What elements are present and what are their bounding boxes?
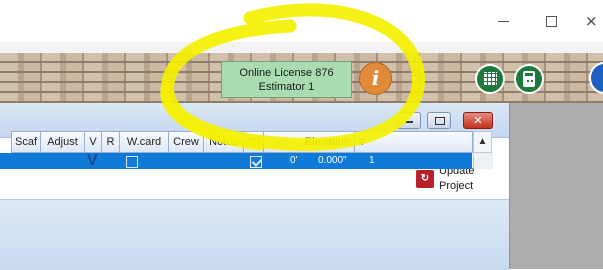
row-v-mark: V xyxy=(87,152,98,169)
scroll-up-button[interactable]: ▲ xyxy=(473,131,492,153)
project-window: ↻ Update Project xyxy=(0,103,510,270)
app-title-bar: × xyxy=(0,0,603,42)
window-minimize-button[interactable] xyxy=(489,10,519,32)
scrollbar-track[interactable] xyxy=(473,153,493,169)
column-header-crew[interactable]: Crew xyxy=(169,131,204,153)
table-row[interactable] xyxy=(0,153,472,169)
window-close-button[interactable]: × xyxy=(585,10,603,32)
update-project-icon: ↻ xyxy=(416,170,434,188)
column-header-scaf[interactable]: Scaf xyxy=(11,131,41,153)
column-header-v[interactable]: V xyxy=(85,131,102,153)
online-license-button[interactable]: Online License 876 Estimator 1 xyxy=(221,61,352,98)
project-maximize-button[interactable] xyxy=(427,112,451,129)
column-header-notes[interactable]: Notes xyxy=(204,131,244,153)
spreadsheet-calculator-icon[interactable] xyxy=(475,64,505,94)
column-header-wcard[interactable]: W.card xyxy=(120,131,169,153)
row-wcard-checkbox[interactable] xyxy=(126,156,138,168)
column-header-number[interactable]: # xyxy=(355,131,473,153)
column-header-r[interactable]: R xyxy=(102,131,120,153)
column-header-elevation[interactable]: Elevation xyxy=(264,131,355,153)
calculator-icon[interactable] xyxy=(514,64,544,94)
project-close-button[interactable] xyxy=(463,112,493,129)
row-elevation-value: 0.000" xyxy=(318,155,347,166)
column-header-3d[interactable]: 3D xyxy=(244,131,264,153)
license-line-1: Online License 876 xyxy=(239,67,334,79)
update-label-line-2: Project xyxy=(439,180,474,192)
row-elevation-feet: 0' xyxy=(290,155,298,166)
info-icon[interactable]: i xyxy=(359,62,392,95)
window-maximize-button[interactable] xyxy=(536,10,566,32)
row-number: 1 xyxy=(369,155,375,166)
project-minimize-button[interactable] xyxy=(397,112,421,129)
row-3d-checkbox[interactable] xyxy=(250,156,262,168)
column-header-adjust[interactable]: Adjust xyxy=(41,131,85,153)
table-panel xyxy=(0,199,509,270)
license-line-2: Estimator 1 xyxy=(258,81,315,93)
toolbar-separator xyxy=(0,42,603,53)
